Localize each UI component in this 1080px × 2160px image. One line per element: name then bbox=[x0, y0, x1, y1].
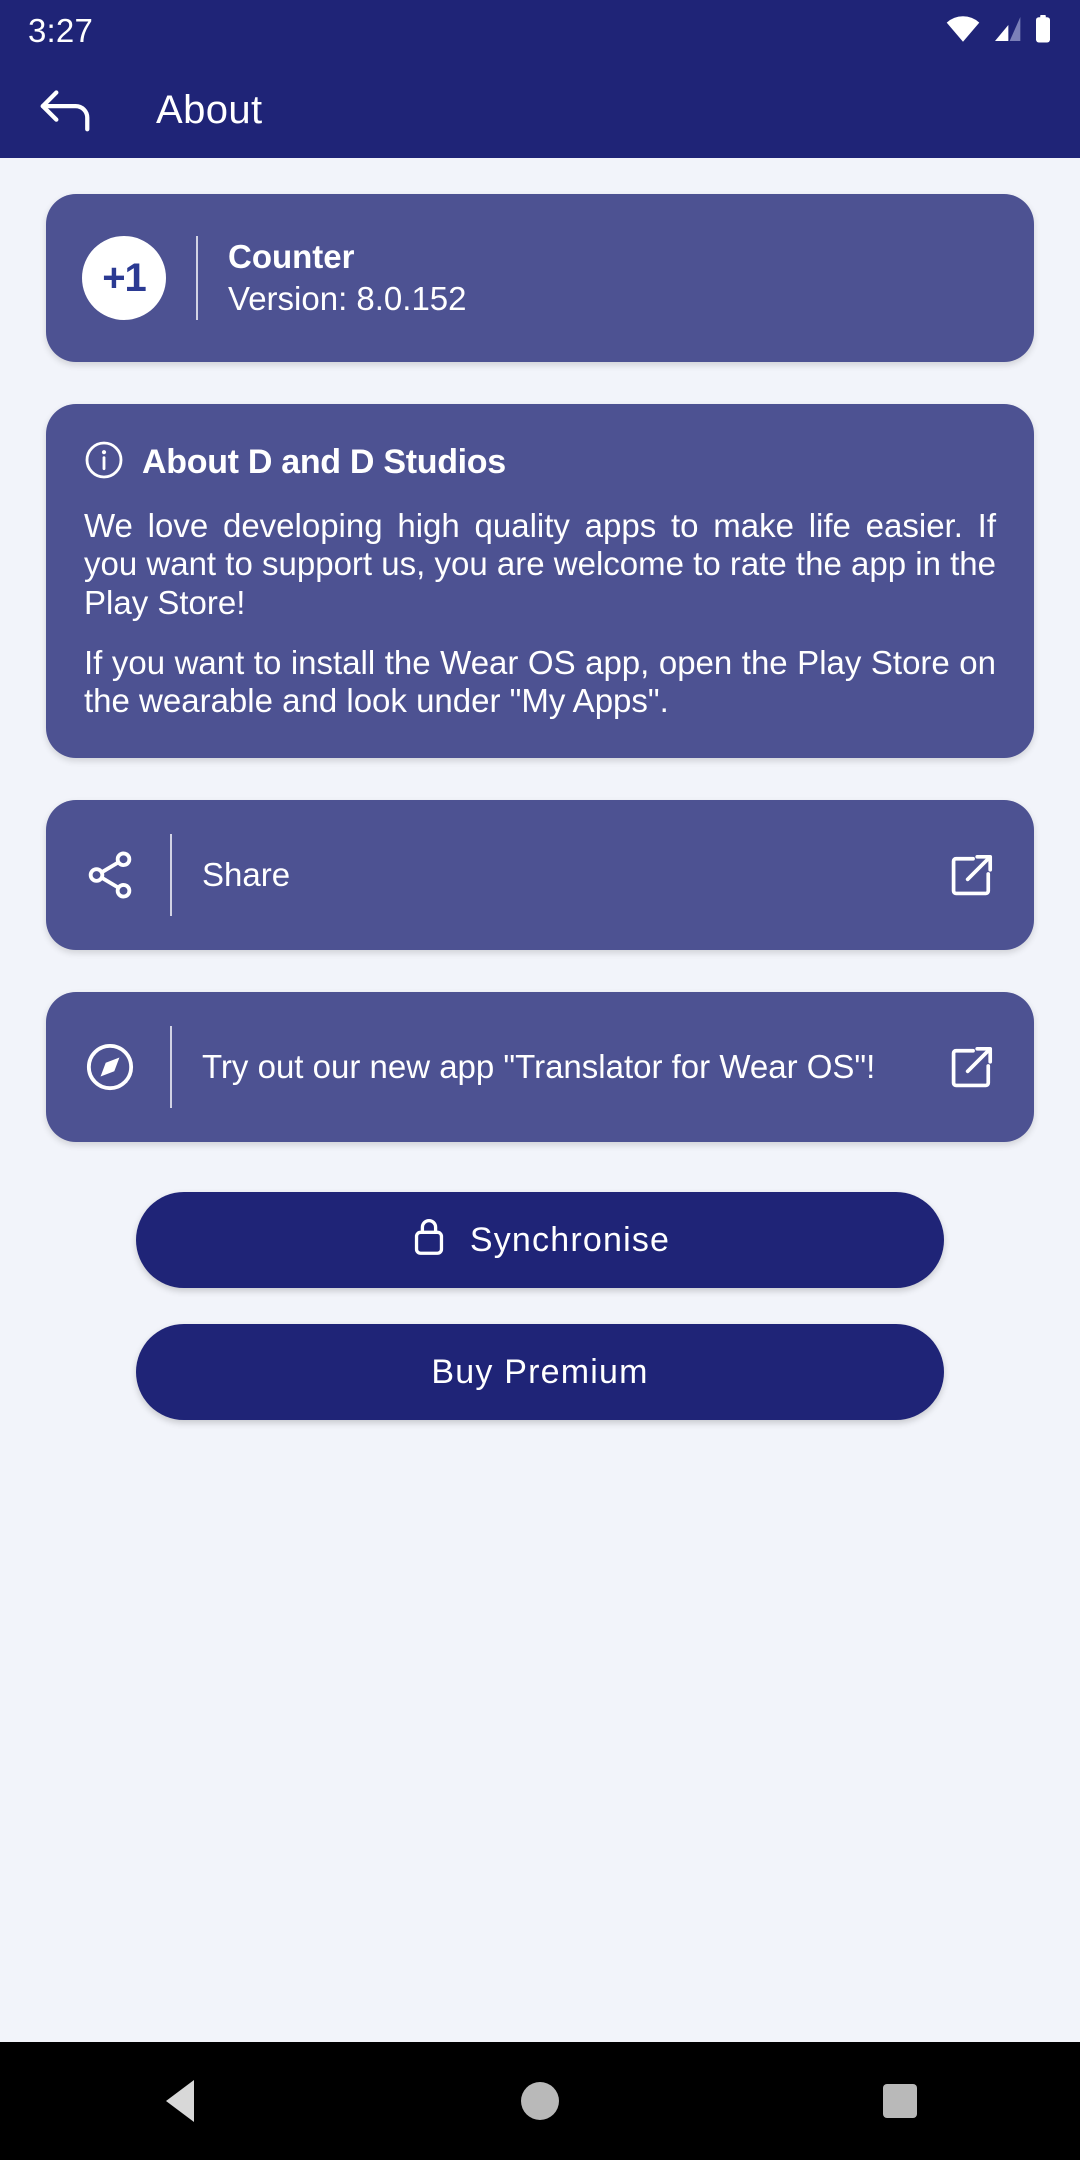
nav-back-icon bbox=[166, 2080, 194, 2122]
about-card-header: About D and D Studios bbox=[84, 440, 996, 485]
share-icon bbox=[80, 848, 140, 902]
status-icon-group bbox=[946, 14, 1052, 48]
nav-home-icon bbox=[521, 2082, 559, 2120]
promo-label: Try out our new app "Translator for Wear… bbox=[202, 1047, 876, 1085]
synchronise-button[interactable]: Synchronise bbox=[136, 1192, 944, 1289]
divider bbox=[170, 1026, 172, 1109]
app-version: Version: 8.0.152 bbox=[228, 280, 467, 317]
nav-back-button[interactable] bbox=[110, 2042, 250, 2160]
action-button-group: Synchronise Buy Premium bbox=[46, 1184, 1034, 1421]
wifi-icon bbox=[946, 15, 980, 47]
app-bar: About bbox=[0, 62, 1080, 158]
share-label: Share bbox=[202, 855, 291, 893]
battery-icon bbox=[1034, 14, 1052, 48]
about-paragraph-1: We love developing high quality apps to … bbox=[84, 507, 996, 621]
nav-recents-icon bbox=[883, 2084, 917, 2118]
share-card[interactable]: Share bbox=[46, 800, 1034, 951]
about-card: About D and D Studios We love developing… bbox=[46, 404, 1034, 759]
nav-home-button[interactable] bbox=[470, 2042, 610, 2160]
synchronise-label: Synchronise bbox=[469, 1220, 671, 1259]
about-paragraph-2: If you want to install the Wear OS app, … bbox=[84, 643, 996, 720]
divider bbox=[170, 834, 172, 917]
compass-icon bbox=[80, 1040, 140, 1094]
divider bbox=[196, 236, 198, 320]
nav-recents-button[interactable] bbox=[830, 2042, 970, 2160]
info-circle-icon bbox=[84, 440, 124, 485]
buy-premium-label: Buy Premium bbox=[431, 1352, 649, 1391]
external-link-icon[interactable] bbox=[944, 1041, 1000, 1093]
lock-icon bbox=[410, 1214, 448, 1267]
back-arrow-icon bbox=[37, 84, 95, 137]
status-time: 3:27 bbox=[28, 12, 94, 49]
app-info-card: +1 Counter Version: 8.0.152 bbox=[46, 194, 1034, 362]
app-name: Counter bbox=[228, 238, 355, 275]
phone-screen: 3:27 About +1 Counter Version: 8.0.152 A… bbox=[0, 0, 1080, 2160]
status-bar: 3:27 bbox=[0, 0, 1080, 62]
about-card-title: About D and D Studios bbox=[142, 443, 506, 481]
app-launcher-icon: +1 bbox=[82, 236, 166, 320]
content-area: +1 Counter Version: 8.0.152 About D and … bbox=[0, 158, 1080, 2042]
page-title: About bbox=[156, 87, 263, 132]
buy-premium-button[interactable]: Buy Premium bbox=[136, 1324, 944, 1421]
back-button[interactable] bbox=[28, 72, 104, 148]
app-icon-label: +1 bbox=[102, 255, 147, 300]
external-link-icon[interactable] bbox=[944, 849, 1000, 901]
app-meta: Counter Version: 8.0.152 bbox=[228, 238, 467, 318]
cellular-signal-icon bbox=[991, 16, 1023, 47]
promo-card[interactable]: Try out our new app "Translator for Wear… bbox=[46, 992, 1034, 1143]
system-navigation-bar bbox=[0, 2042, 1080, 2160]
